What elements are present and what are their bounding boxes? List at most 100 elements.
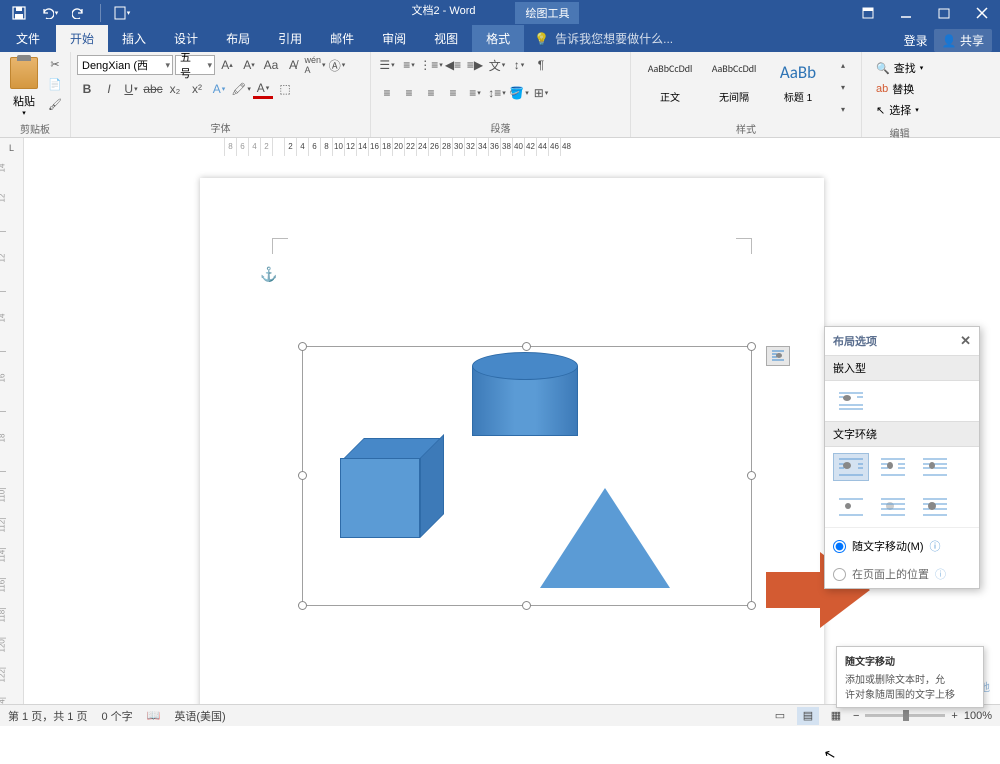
styles-up-icon[interactable]: ▴: [833, 55, 853, 75]
maximize-icon[interactable]: [926, 1, 962, 25]
style-nospacing[interactable]: AaBbCcDdl 无间隔: [703, 57, 765, 109]
tab-mailings[interactable]: 邮件: [316, 25, 368, 52]
resize-handle[interactable]: [747, 601, 756, 610]
web-layout-icon[interactable]: ▦: [825, 707, 847, 725]
tab-references[interactable]: 引用: [264, 25, 316, 52]
info-icon[interactable]: ⓘ: [930, 538, 941, 554]
tab-insert[interactable]: 插入: [108, 25, 160, 52]
font-name-select[interactable]: DengXian (西: [77, 55, 173, 75]
redo-icon[interactable]: [66, 1, 92, 25]
close-icon[interactable]: [964, 1, 1000, 25]
tab-format[interactable]: 格式: [472, 25, 524, 52]
font-color-icon[interactable]: A: [253, 79, 273, 99]
zoom-level[interactable]: 100%: [964, 710, 992, 722]
asian-layout-icon[interactable]: 文: [487, 55, 507, 75]
line-spacing-icon[interactable]: ↕≡: [487, 83, 507, 103]
borders-icon[interactable]: ⊞: [531, 83, 551, 103]
sort-icon[interactable]: ↕: [509, 55, 529, 75]
resize-handle[interactable]: [747, 471, 756, 480]
wrap-topbottom[interactable]: [833, 493, 869, 521]
fix-on-page-radio[interactable]: 在页面上的位置ⓘ: [825, 560, 979, 588]
vertical-ruler[interactable]: 1412|12|14|16|18|110|112|114|116|118|120…: [0, 158, 24, 726]
zoom-slider[interactable]: [865, 714, 945, 717]
justify-icon[interactable]: ≡: [443, 83, 463, 103]
zoom-out-icon[interactable]: −: [853, 710, 859, 722]
shading-icon[interactable]: 🪣: [509, 83, 529, 103]
bullets-icon[interactable]: ☰: [377, 55, 397, 75]
distributed-icon[interactable]: ≡: [465, 83, 485, 103]
read-mode-icon[interactable]: ▭: [769, 707, 791, 725]
grow-font-icon[interactable]: A▴: [217, 55, 237, 75]
resize-handle[interactable]: [298, 471, 307, 480]
wrap-tight[interactable]: [875, 453, 911, 481]
triangle-shape[interactable]: [540, 488, 670, 588]
italic-icon[interactable]: I: [99, 79, 119, 99]
spell-check-icon[interactable]: 📖: [147, 709, 161, 722]
cut-icon[interactable]: ✂: [46, 55, 64, 73]
char-border-icon[interactable]: ⬚: [275, 79, 295, 99]
resize-handle[interactable]: [298, 601, 307, 610]
zoom-in-icon[interactable]: +: [951, 710, 957, 722]
tab-file[interactable]: 文件: [0, 25, 56, 52]
paste-button[interactable]: 粘贴 ▾: [6, 55, 42, 119]
decrease-indent-icon[interactable]: ◀≡: [443, 55, 463, 75]
tab-design[interactable]: 设计: [160, 25, 212, 52]
align-left-icon[interactable]: ≡: [377, 83, 397, 103]
format-painter-icon[interactable]: 🖌: [46, 95, 64, 113]
tell-me-search[interactable]: 💡告诉我您想要做什么...: [524, 25, 904, 52]
save-icon[interactable]: [6, 1, 32, 25]
move-with-text-radio[interactable]: 随文字移动(M)ⓘ: [825, 532, 979, 560]
shrink-font-icon[interactable]: A▾: [239, 55, 259, 75]
change-case-icon[interactable]: Aa: [261, 55, 281, 75]
tab-home[interactable]: 开始: [56, 25, 108, 52]
style-normal[interactable]: AaBbCcDdl 正文: [639, 57, 701, 109]
resize-handle[interactable]: [298, 342, 307, 351]
page-count[interactable]: 第 1 页，共 1 页: [8, 708, 87, 724]
cylinder-shape[interactable]: [472, 352, 578, 446]
enclose-char-icon[interactable]: Ⓐ: [327, 55, 347, 75]
tab-review[interactable]: 审阅: [368, 25, 420, 52]
tab-layout[interactable]: 布局: [212, 25, 264, 52]
cube-shape[interactable]: [340, 438, 440, 538]
align-center-icon[interactable]: ≡: [399, 83, 419, 103]
text-effect-icon[interactable]: A: [209, 79, 229, 99]
styles-down-icon[interactable]: ▾: [833, 77, 853, 97]
font-size-select[interactable]: 五号: [175, 55, 215, 75]
wrap-square[interactable]: [833, 453, 869, 481]
close-icon[interactable]: ✕: [960, 333, 971, 349]
show-marks-icon[interactable]: ¶: [531, 55, 551, 75]
wrap-inline[interactable]: [833, 387, 869, 415]
ribbon-options-icon[interactable]: [850, 1, 886, 25]
wrap-front[interactable]: [917, 493, 953, 521]
increase-indent-icon[interactable]: ≡▶: [465, 55, 485, 75]
superscript-icon[interactable]: x²: [187, 79, 207, 99]
language-status[interactable]: 英语(美国): [174, 708, 225, 724]
find-button[interactable]: 🔍查找▾: [872, 59, 927, 77]
word-count[interactable]: 0 个字: [101, 708, 132, 724]
resize-handle[interactable]: [747, 342, 756, 351]
undo-icon[interactable]: ▾: [36, 1, 62, 25]
select-button[interactable]: ↖选择▾: [872, 101, 927, 119]
align-right-icon[interactable]: ≡: [421, 83, 441, 103]
subscript-icon[interactable]: x₂: [165, 79, 185, 99]
layout-options-button[interactable]: [766, 346, 790, 366]
replace-button[interactable]: ab替换: [872, 80, 927, 98]
clear-format-icon[interactable]: A̸: [283, 55, 303, 75]
info-icon[interactable]: ⓘ: [935, 566, 946, 582]
tab-view[interactable]: 视图: [420, 25, 472, 52]
wrap-through[interactable]: [917, 453, 953, 481]
underline-icon[interactable]: U: [121, 79, 141, 99]
phonetic-icon[interactable]: wénA: [305, 55, 325, 75]
strike-icon[interactable]: abc: [143, 79, 163, 99]
resize-handle[interactable]: [522, 342, 531, 351]
horizontal-ruler[interactable]: 8642246810121416182022242628303234363840…: [24, 138, 1000, 158]
numbering-icon[interactable]: ≡: [399, 55, 419, 75]
new-doc-icon[interactable]: ▾: [109, 1, 135, 25]
minimize-icon[interactable]: [888, 1, 924, 25]
style-heading1[interactable]: AaBb 标题 1: [767, 57, 829, 109]
login-link[interactable]: 登录: [904, 32, 928, 49]
share-button[interactable]: 👤 共享: [934, 29, 992, 52]
print-layout-icon[interactable]: ▤: [797, 707, 819, 725]
wrap-behind[interactable]: [875, 493, 911, 521]
copy-icon[interactable]: 📄: [46, 75, 64, 93]
